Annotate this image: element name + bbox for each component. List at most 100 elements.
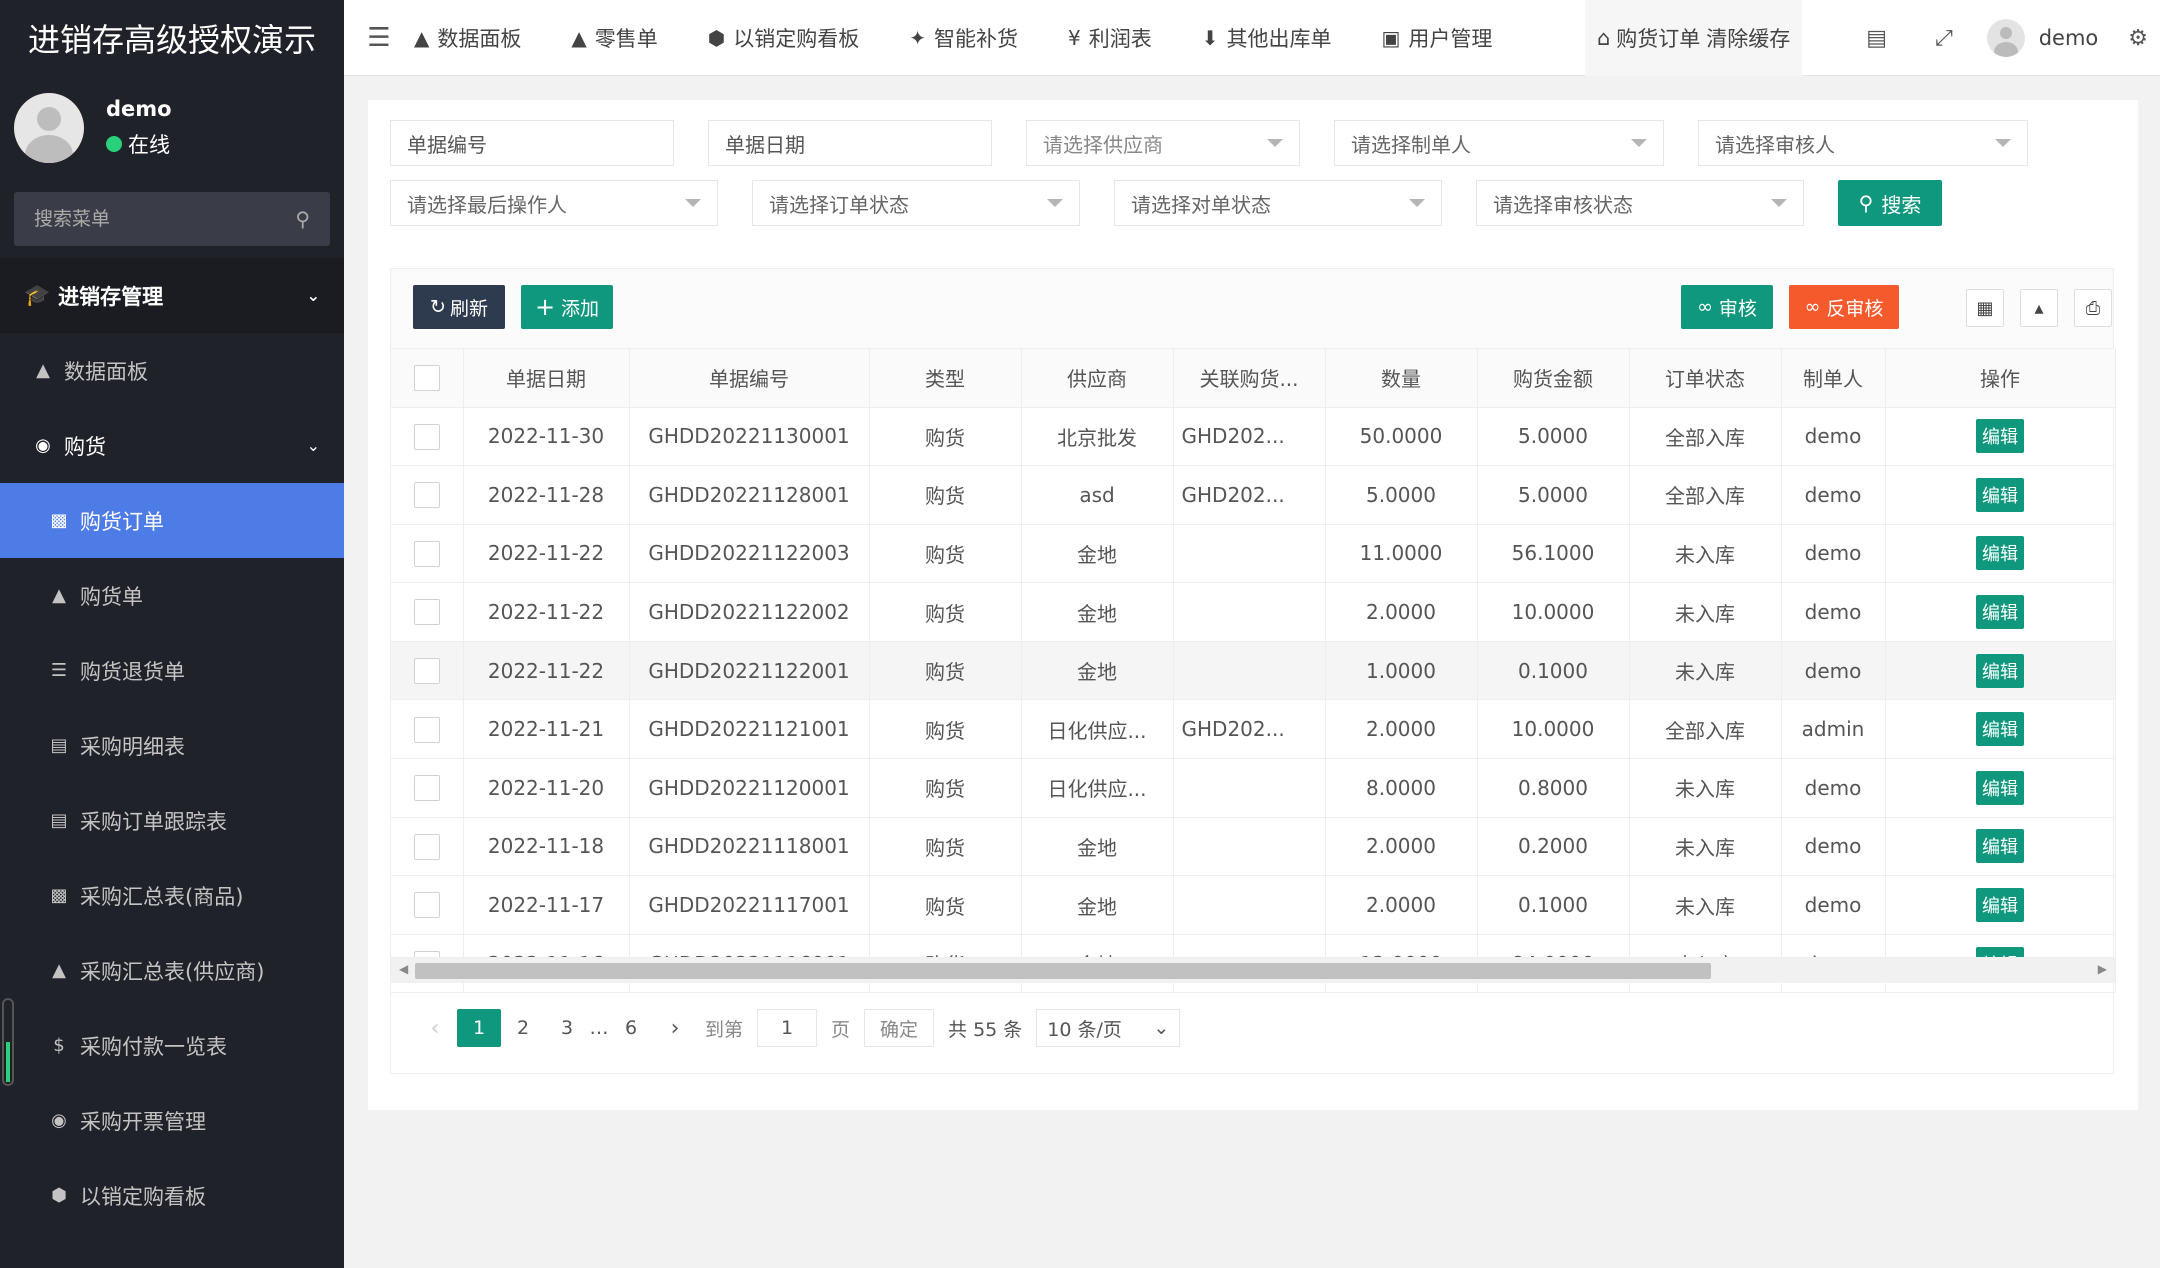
page-6[interactable]: 6 (609, 1009, 653, 1047)
settings-icon[interactable]: ⚙ (2128, 26, 2148, 51)
scrollbar-thumb[interactable] (415, 963, 1711, 979)
table-row[interactable]: 2022-11-22 GHDD20221122002 购货 金地 2.0000 10.00… (391, 582, 2116, 642)
table-row[interactable]: 2022-11-22 GHDD20221122003 购货 金地 11.0000 56.1… (391, 524, 2116, 584)
confirm-page-button[interactable]: 确定 (864, 1009, 935, 1047)
page-2[interactable]: 2 (501, 1009, 545, 1047)
edit-button[interactable]: 编辑 (1976, 770, 2024, 805)
user-menu[interactable]: demo (1986, 19, 2098, 57)
topnav-dashboard[interactable]: ▲ 数据面板 (414, 23, 521, 53)
print-icon[interactable]: ⎙ (2074, 289, 2112, 327)
page-3[interactable]: 3 (545, 1009, 589, 1047)
topnav-replenish[interactable]: ✦ 智能补货 (909, 23, 1018, 53)
table-row[interactable]: 2022-11-21 GHDD20221121001 购货 日化供应... GHD202… (391, 699, 2116, 760)
sidebar-item-order-tracking[interactable]: ▤ 采购订单跟踪表 (0, 783, 344, 858)
fullscreen-icon[interactable]: ⤢ (1935, 26, 1953, 51)
tab-purchase-order[interactable]: ⌂ 购货订单 清除缓存 (1584, 0, 1803, 76)
col-header-bill-no[interactable]: 单据编号 (629, 349, 870, 408)
edit-button[interactable]: 编辑 (1976, 653, 2024, 688)
row-checkbox[interactable] (391, 465, 464, 525)
topnav-sales-board[interactable]: ⬢ 以销定购看板 (708, 23, 859, 53)
export-icon[interactable]: ▴ (2020, 289, 2058, 327)
topnav-users[interactable]: ▣ 用户管理 (1382, 23, 1493, 53)
prev-page-icon[interactable]: ‹ (413, 1009, 457, 1047)
clear-cache-button[interactable]: 清除缓存 (1706, 23, 1790, 53)
scroll-right-icon[interactable]: ▶ (2098, 962, 2107, 976)
topnav-other-outbound[interactable]: ⬇ 其他出库单 (1202, 23, 1332, 53)
row-checkbox[interactable] (391, 699, 464, 760)
row-checkbox[interactable] (391, 641, 464, 701)
page-1[interactable]: 1 (457, 1009, 501, 1047)
edit-button[interactable]: 编辑 (1976, 477, 2024, 512)
sidebar-group-inventory[interactable]: 🎓 进销存管理 ⌄ (0, 258, 344, 333)
table-row[interactable]: 2022-11-20 GHDD20221120001 购货 日化供应... 8.0000… (391, 758, 2116, 818)
add-button[interactable]: + 添加 (521, 285, 613, 329)
sidebar-item-purchase-bill[interactable]: ▲ 购货单 (0, 558, 344, 633)
edit-button[interactable]: 编辑 (1976, 829, 2024, 864)
page-size-select[interactable]: 10 条/页 ⌄ (1036, 1009, 1181, 1047)
col-header-amount[interactable]: 购货金额 (1477, 349, 1630, 408)
sidebar-item-purchase-return[interactable]: ☰ 购货退货单 (0, 633, 344, 708)
col-header-status[interactable]: 订单状态 (1629, 349, 1782, 408)
sidebar-item-payment-list[interactable]: $ 采购付款一览表 (0, 1008, 344, 1083)
audit-status-select[interactable]: 请选择审核状态 (1476, 180, 1804, 226)
menu-search-input[interactable] (34, 208, 254, 230)
row-checkbox[interactable] (391, 817, 464, 877)
edit-button[interactable]: 编辑 (1976, 419, 2024, 454)
col-header-qty[interactable]: 数量 (1325, 349, 1478, 408)
col-header-type[interactable]: 类型 (869, 349, 1022, 408)
edit-button[interactable]: 编辑 (1976, 888, 2024, 923)
last-operator-select[interactable]: 请选择最后操作人 (390, 180, 718, 226)
row-checkbox[interactable] (391, 582, 464, 642)
sidebar-item-purchase-order[interactable]: ▩ 购货订单 (0, 483, 344, 558)
sidebar-item-dashboard[interactable]: ▲ 数据面板 (0, 333, 344, 408)
supplier-select[interactable]: 请选择供应商 (1026, 120, 1300, 166)
search-icon[interactable]: ⚲ (295, 207, 310, 231)
sidebar-item-sales-board[interactable]: ⬢ 以销定购看板 (0, 1158, 344, 1233)
col-header-date[interactable]: 单据日期 (463, 349, 630, 408)
select-all-checkbox[interactable] (391, 349, 464, 408)
row-checkbox[interactable] (391, 524, 464, 584)
scroll-left-icon[interactable]: ◀ (399, 962, 408, 976)
creator-select[interactable]: 请选择制单人 (1334, 120, 1664, 166)
table-row[interactable]: 2022-11-17 GHDD20221117001 购货 金地 2.0000 0.100… (391, 875, 2116, 935)
sidebar-scrollbar[interactable] (2, 998, 14, 1086)
sidebar-item-summary-goods[interactable]: ▩ 采购汇总表(商品) (0, 858, 344, 933)
horizontal-scrollbar[interactable]: ◀ ▶ (391, 957, 2115, 983)
col-header-creator[interactable]: 制单人 (1781, 349, 1886, 408)
reconcile-status-select[interactable]: 请选择对单状态 (1114, 180, 1442, 226)
topnav-retail[interactable]: ▲ 零售单 (571, 23, 657, 53)
bill-number-input[interactable]: 单据编号 (390, 120, 674, 166)
sidebar-item-invoice[interactable]: ◉ 采购开票管理 (0, 1083, 344, 1158)
bill-date-input[interactable]: 单据日期 (708, 120, 992, 166)
columns-icon[interactable]: ▦ (1966, 289, 2004, 327)
next-page-icon[interactable]: › (653, 1009, 697, 1047)
col-header-supplier[interactable]: 供应商 (1021, 349, 1174, 408)
row-checkbox[interactable] (391, 407, 464, 467)
sidebar-item-summary-supplier[interactable]: ▲ 采购汇总表(供应商) (0, 933, 344, 1008)
menu-toggle-icon[interactable]: ☰ (344, 23, 414, 53)
table-row[interactable]: 2022-11-28 GHDD20221128001 购货 asd GHD202... 5… (391, 465, 2116, 525)
row-checkbox[interactable] (391, 758, 464, 818)
topnav-profit[interactable]: ¥ 利润表 (1068, 23, 1152, 53)
translate-icon[interactable]: ▤ (1866, 26, 1887, 51)
edit-button[interactable]: 编辑 (1976, 712, 2024, 747)
row-checkbox[interactable] (391, 875, 464, 935)
table-row[interactable]: 2022-11-30 GHDD20221130001 购货 北京批发 GHD202...… (391, 407, 2116, 467)
col-header-related[interactable]: 关联购货... (1173, 349, 1326, 408)
cell-amount: 56.1000 (1477, 524, 1630, 584)
document-icon: ▤ (50, 810, 68, 831)
refresh-button[interactable]: ↻ 刷新 (413, 285, 505, 329)
search-button[interactable]: ⚲ 搜索 (1838, 180, 1942, 226)
auditor-select[interactable]: 请选择审核人 (1698, 120, 2028, 166)
page-jump-input[interactable]: 1 (757, 1009, 818, 1047)
table-row[interactable]: 2022-11-18 GHDD20221118001 购货 金地 2.0000 0.200… (391, 817, 2116, 877)
sidebar-item-purchase-detail[interactable]: ▤ 采购明细表 (0, 708, 344, 783)
audit-button[interactable]: ∞ 审核 (1681, 285, 1773, 329)
order-status-select[interactable]: 请选择订单状态 (752, 180, 1080, 226)
edit-button[interactable]: 编辑 (1976, 595, 2024, 630)
sidebar-item-purchase[interactable]: ◉ 购货 ⌄ (0, 408, 344, 483)
menu-search[interactable]: ⚲ (14, 192, 330, 246)
unaudit-button[interactable]: ∞ 反审核 (1789, 285, 1899, 329)
edit-button[interactable]: 编辑 (1976, 536, 2024, 571)
table-row[interactable]: 2022-11-22 GHDD20221122001 购货 金地 1.0000 0.100… (391, 641, 2116, 701)
